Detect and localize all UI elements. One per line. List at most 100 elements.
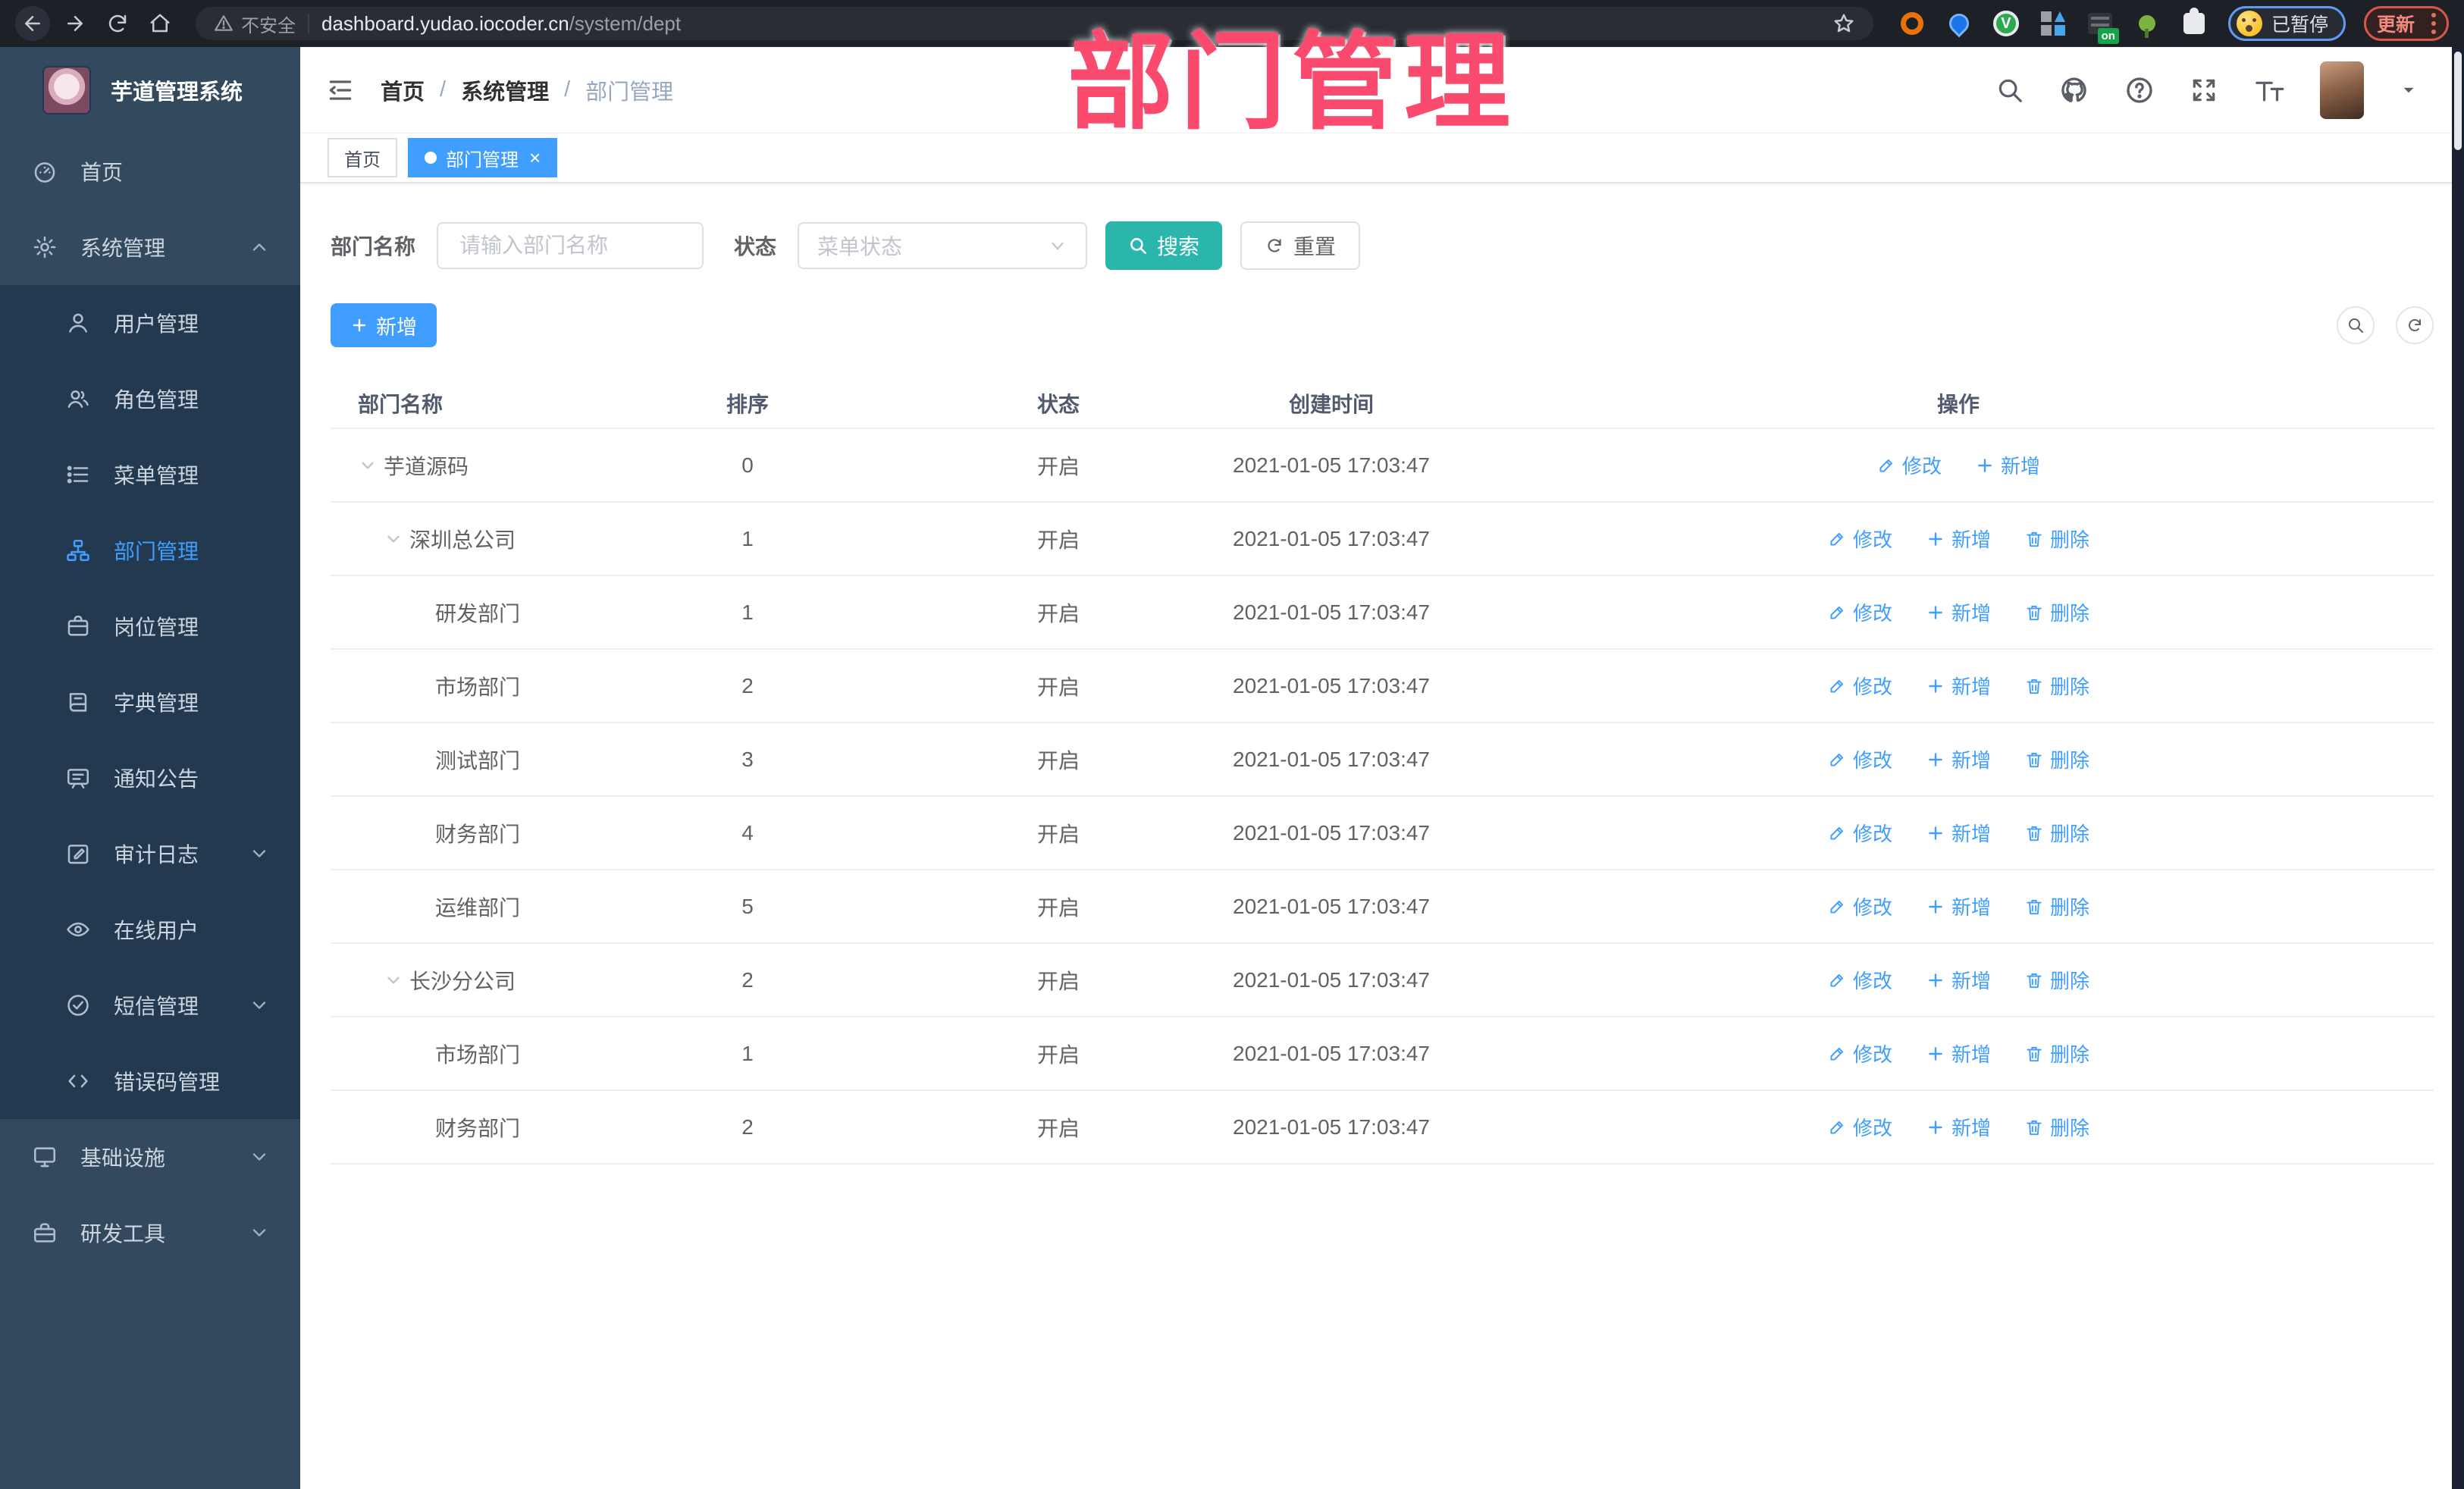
sidebar-item-2[interactable]: 用户管理 (0, 285, 300, 361)
sidebar-item-10[interactable]: 在线用户 (0, 892, 300, 967)
navbar-actions (1995, 61, 2419, 119)
github-icon[interactable] (2059, 75, 2089, 105)
extension-gear-icon[interactable] (1899, 11, 1925, 36)
header-search-icon[interactable] (1995, 76, 2024, 105)
add-child-dept-link[interactable]: 新增 (1926, 819, 1991, 847)
extension-on-icon[interactable]: on (2087, 11, 2119, 44)
sidebar-item-label: 错误码管理 (114, 1071, 221, 1094)
delete-dept-link[interactable]: 删除 (2024, 672, 2089, 700)
add-child-dept-link[interactable]: 新增 (1975, 451, 2040, 479)
user-avatar[interactable] (2320, 61, 2364, 119)
breadcrumb: 首页 / 系统管理 / 部门管理 (381, 74, 673, 106)
browser-home-icon[interactable] (143, 6, 177, 41)
sidebar-item-8[interactable]: 通知公告 (0, 740, 300, 816)
browser-menu-dots-icon[interactable] (2431, 13, 2436, 34)
edit-dept-link[interactable]: 修改 (1827, 525, 1892, 553)
browser-profile-chip[interactable]: 已暂停 (2227, 6, 2346, 41)
browser-forward-icon[interactable] (58, 6, 92, 41)
browser-back-icon[interactable] (15, 6, 50, 41)
sidebar-item-1[interactable]: 系统管理 (0, 209, 300, 285)
dept-created-time: 2021-01-05 17:03:47 (1233, 820, 1430, 845)
tree-expand-caret-icon[interactable] (358, 456, 384, 475)
sidebar-item-7[interactable]: 字典管理 (0, 664, 300, 740)
add-child-dept-link[interactable]: 新增 (1926, 525, 1991, 553)
edit-dept-link[interactable]: 修改 (1827, 966, 1892, 994)
help-icon[interactable] (2124, 75, 2155, 105)
delete-dept-link[interactable]: 删除 (2024, 525, 2089, 553)
add-child-dept-link[interactable]: 新增 (1926, 598, 1991, 626)
edit-dept-link[interactable]: 修改 (1827, 745, 1892, 773)
bookmark-star-icon[interactable] (1832, 12, 1855, 35)
add-child-dept-link[interactable]: 新增 (1926, 745, 1991, 773)
font-size-icon[interactable] (2253, 75, 2285, 105)
delete-dept-link[interactable]: 删除 (2024, 819, 2089, 847)
sidebar-item-13[interactable]: 基础设施 (0, 1119, 300, 1195)
delete-dept-link[interactable]: 删除 (2024, 966, 2089, 994)
extension-puzzle-icon[interactable] (2181, 8, 2207, 36)
edit-icon (1827, 676, 1847, 696)
sidebar-item-6[interactable]: 岗位管理 (0, 588, 300, 664)
add-child-dept-link[interactable]: 新增 (1926, 966, 1991, 994)
dept-tree-icon (65, 538, 96, 563)
avatar-caret-down-icon[interactable] (2399, 80, 2419, 100)
sidebar-collapse-icon[interactable] (326, 76, 355, 105)
edit-dept-link[interactable]: 修改 (1827, 672, 1892, 700)
refresh-table-button[interactable] (2396, 306, 2434, 344)
edit-dept-link[interactable]: 修改 (1827, 1113, 1892, 1141)
tab-dept-management[interactable]: 部门管理 × (408, 138, 558, 177)
row-actions: 修改 新增 删除 (1483, 598, 2434, 626)
tree-expand-caret-icon[interactable] (384, 529, 409, 549)
extension-check-icon[interactable]: V (1992, 11, 2019, 36)
sidebar-logo-row[interactable]: 芋道管理系统 (0, 47, 300, 133)
edit-icon (1827, 823, 1847, 843)
page-scrollbar[interactable] (2452, 47, 2464, 1489)
sidebar-item-0[interactable]: 首页 (0, 133, 300, 209)
fullscreen-icon[interactable] (2190, 76, 2218, 105)
sidebar-item-14[interactable]: 研发工具 (0, 1195, 300, 1271)
add-child-dept-link[interactable]: 新增 (1926, 892, 1991, 920)
delete-dept-link[interactable]: 删除 (2024, 745, 2089, 773)
extension-leaf-icon[interactable] (2134, 11, 2160, 38)
sidebar-item-label: 审计日志 (114, 843, 199, 867)
breadcrumb-home[interactable]: 首页 (381, 74, 425, 106)
add-dept-button[interactable]: 新增 (331, 303, 437, 347)
scrollbar-thumb[interactable] (2454, 52, 2462, 150)
delete-dept-link[interactable]: 删除 (2024, 1113, 2089, 1141)
dept-name-input[interactable] (437, 222, 704, 269)
add-child-dept-link[interactable]: 新增 (1926, 672, 1991, 700)
sidebar-item-9[interactable]: 审计日志 (0, 816, 300, 892)
edit-dept-link[interactable]: 修改 (1827, 1039, 1892, 1067)
browser-reload-icon[interactable] (100, 6, 135, 41)
delete-dept-link[interactable]: 删除 (2024, 1039, 2089, 1067)
add-child-dept-link[interactable]: 新增 (1926, 1039, 1991, 1067)
address-bar[interactable]: 不安全 dashboard.yudao.iocoder.cn /system/d… (196, 7, 1873, 40)
extension-grid-icon[interactable] (2040, 11, 2066, 36)
add-child-dept-link[interactable]: 新增 (1926, 1113, 1991, 1141)
dept-sort: 0 (741, 453, 754, 477)
reset-button[interactable]: 重置 (1240, 221, 1361, 270)
sidebar-item-11[interactable]: 短信管理 (0, 967, 300, 1043)
sidebar-item-4[interactable]: 菜单管理 (0, 437, 300, 513)
row-actions: 修改 新增 删除 (1483, 1113, 2434, 1141)
sidebar-item-3[interactable]: 角色管理 (0, 361, 300, 437)
delete-dept-link[interactable]: 删除 (2024, 598, 2089, 626)
browser-update-button[interactable]: 更新 (2363, 6, 2449, 41)
table-body: 芋道源码 0 开启 2021-01-05 17:03:47 修改 新增 深圳总公司 1 开启 20… (331, 428, 2434, 1163)
edit-dept-link[interactable]: 修改 (1827, 819, 1892, 847)
edit-dept-link[interactable]: 修改 (1827, 598, 1892, 626)
tab-home[interactable]: 首页 (328, 138, 397, 177)
edit-dept-link[interactable]: 修改 (1827, 892, 1892, 920)
tree-expand-caret-icon[interactable] (384, 970, 409, 990)
breadcrumb-system[interactable]: 系统管理 (461, 74, 549, 106)
dept-created-time: 2021-01-05 17:03:47 (1233, 1114, 1430, 1139)
toggle-search-button[interactable] (2337, 306, 2375, 344)
tab-close-icon[interactable]: × (529, 148, 541, 168)
sidebar-item-12[interactable]: 错误码管理 (0, 1043, 300, 1119)
sidebar-item-label: 用户管理 (114, 312, 199, 336)
extension-pin-icon[interactable] (1945, 9, 1973, 38)
search-button[interactable]: 搜索 (1105, 221, 1223, 270)
status-select[interactable]: 菜单状态 (798, 222, 1088, 269)
sidebar-item-5[interactable]: 部门管理 (0, 513, 300, 588)
delete-dept-link[interactable]: 删除 (2024, 892, 2089, 920)
edit-dept-link[interactable]: 修改 (1876, 451, 1942, 479)
